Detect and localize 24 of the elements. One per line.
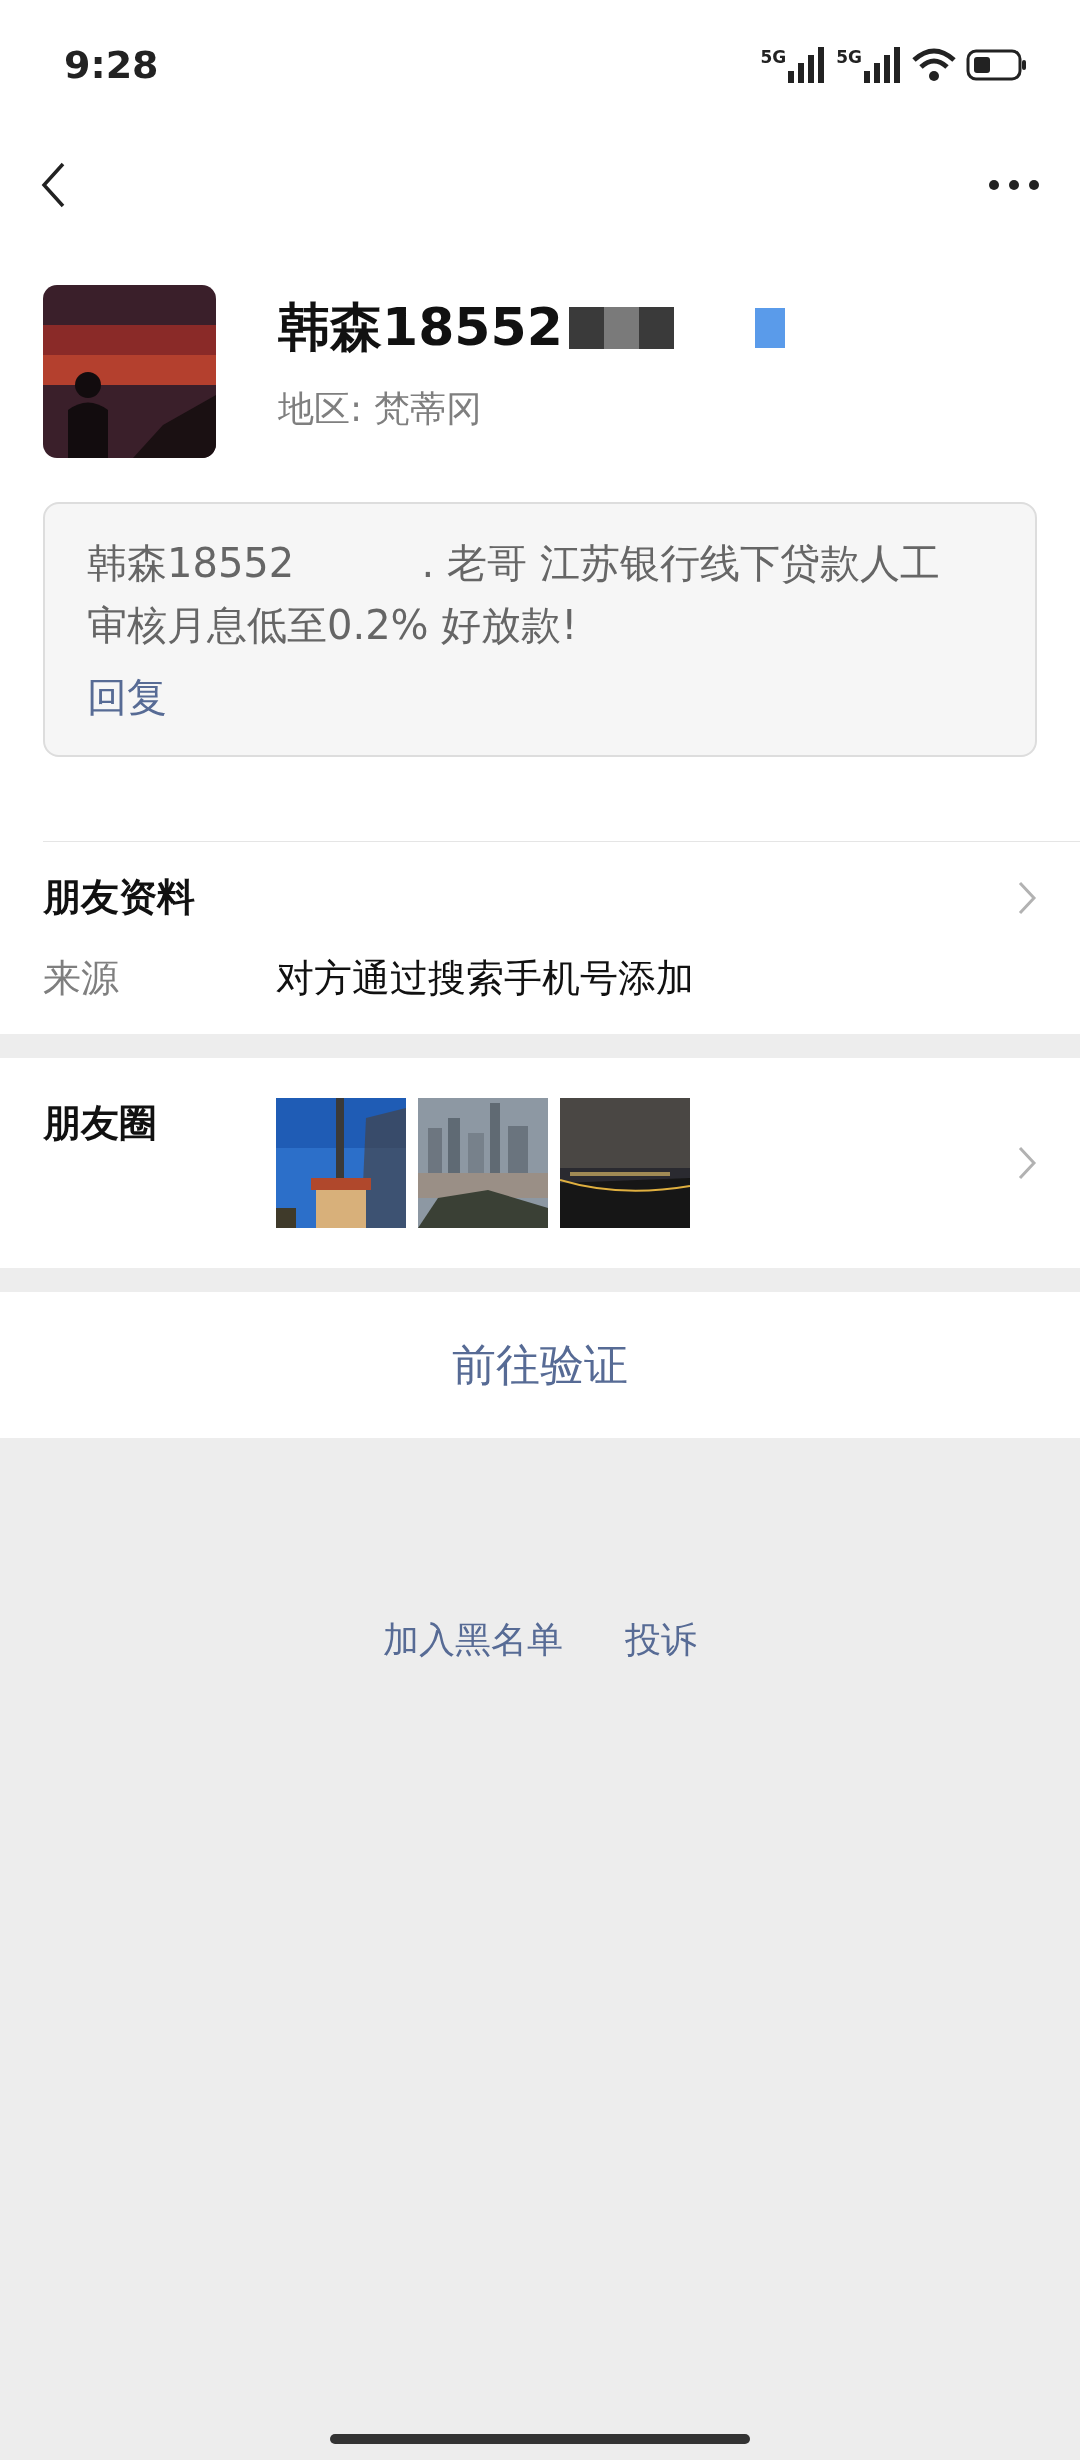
more-icon[interactable] [988,179,1040,191]
field-label: 来源 [43,955,120,1002]
signal-icon [862,47,902,83]
reply-link[interactable]: 回复 [87,670,167,725]
battery-icon [966,49,1028,81]
chevron-right-icon [1017,1145,1037,1181]
network-label: 5G [760,47,787,67]
signal-icon [786,47,827,83]
avatar[interactable] [43,285,216,458]
greeting-message: 韩森18552 . 老哥 江苏银行线下贷款人工审核月息低至0.2% 好放款! [87,539,941,650]
footer-link[interactable]: 投诉 [625,1616,697,1665]
back-icon[interactable] [40,161,66,209]
section-title[interactable]: 朋友资料 [43,872,195,923]
network-label: 5G [836,47,862,67]
chevron-right-icon [1017,879,1037,916]
status-time: 9:28 [64,43,159,87]
field-value: 对方通过搜索手机号添加 [276,955,694,1002]
wifi-icon [912,48,956,82]
footer-link[interactable]: 加入黑名单 [383,1616,563,1665]
redaction-mark [754,308,785,348]
verify-button[interactable]: 前往验证 [0,1292,1080,1438]
region-label: 地区: 梵蒂冈 [278,387,483,431]
section-title[interactable]: 朋友圈 [43,1098,276,1149]
contact-name: 韩森18552 [278,296,563,359]
